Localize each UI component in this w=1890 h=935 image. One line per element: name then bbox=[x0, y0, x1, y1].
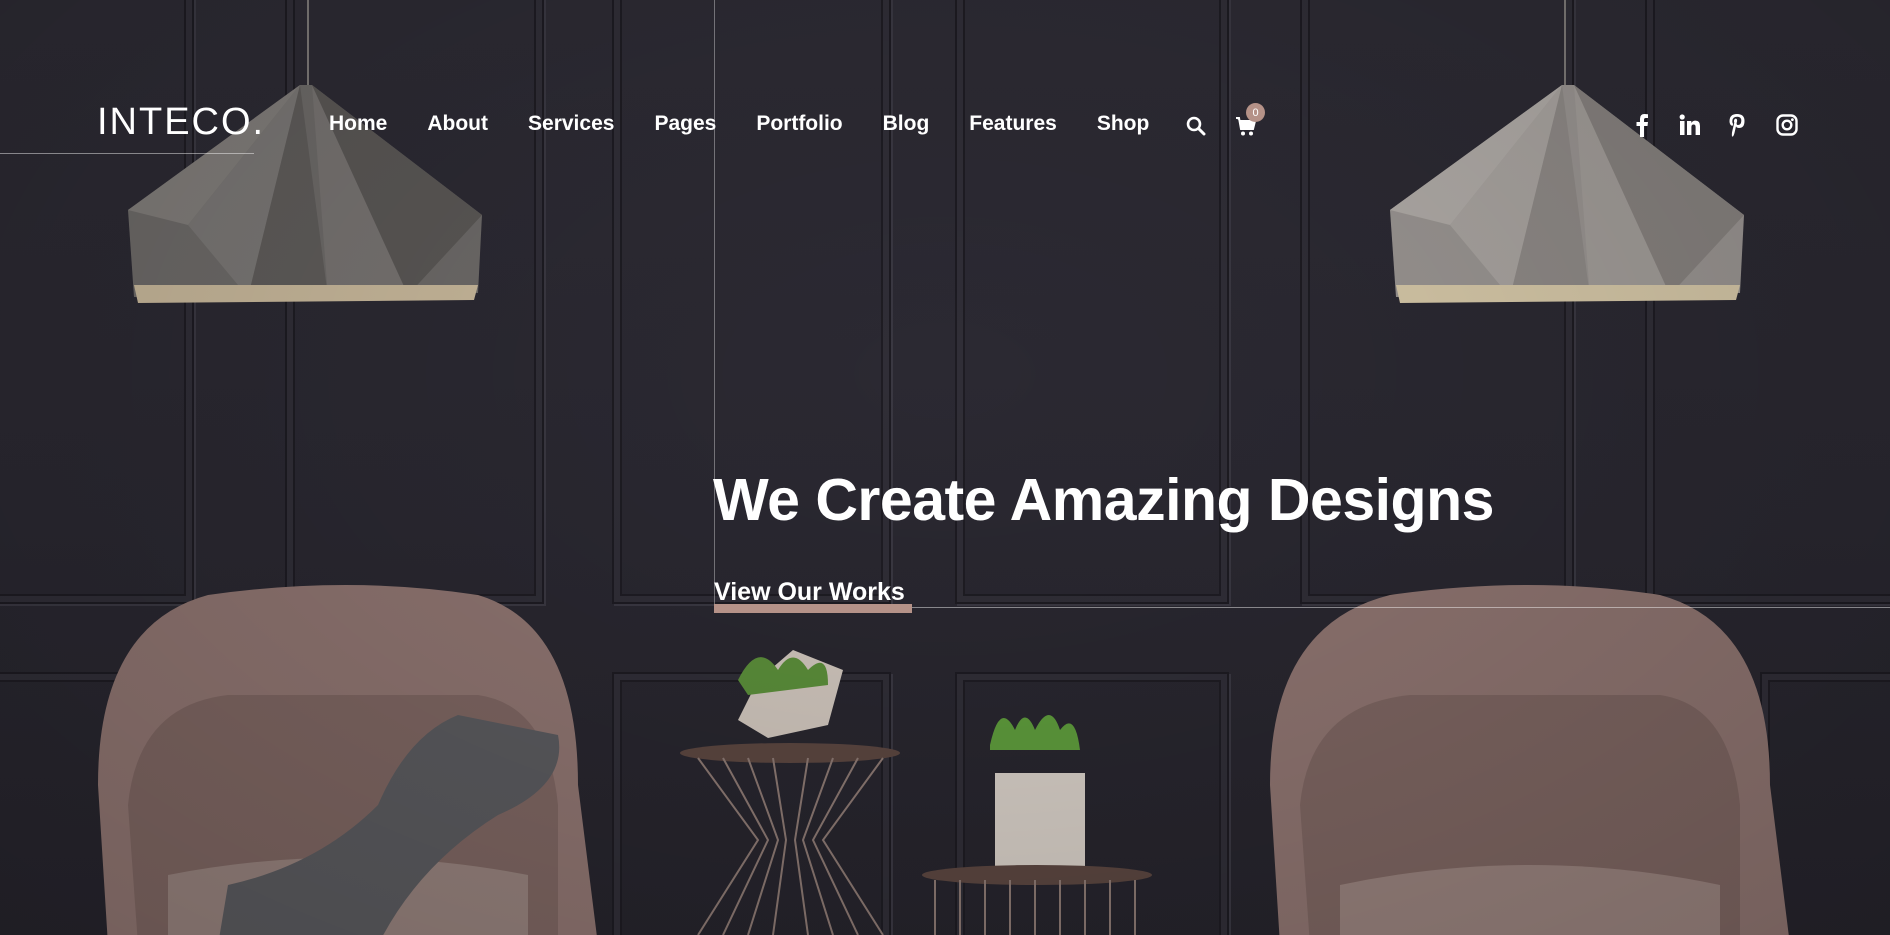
nav-shop[interactable]: Shop bbox=[1097, 112, 1150, 136]
nav-pages[interactable]: Pages bbox=[654, 112, 716, 136]
nav-home[interactable]: Home bbox=[329, 112, 387, 136]
hero-title: We Create Amazing Designs bbox=[713, 467, 1494, 533]
cart-count-badge: 0 bbox=[1246, 103, 1265, 122]
view-our-works-link[interactable]: View Our Works bbox=[714, 578, 905, 609]
pinterest-icon[interactable] bbox=[1727, 113, 1747, 137]
nav-blog[interactable]: Blog bbox=[883, 112, 930, 136]
facebook-icon[interactable] bbox=[1633, 113, 1651, 137]
search-icon[interactable] bbox=[1185, 115, 1207, 137]
nav-features[interactable]: Features bbox=[969, 112, 1057, 136]
instagram-icon[interactable] bbox=[1776, 113, 1798, 137]
logo-divider bbox=[0, 153, 254, 154]
main-navigation: Home About Services Pages Portfolio Blog… bbox=[329, 112, 1189, 136]
site-logo[interactable]: INTECO. bbox=[97, 101, 265, 144]
linkedin-icon[interactable] bbox=[1678, 113, 1702, 137]
nav-about[interactable]: About bbox=[427, 112, 488, 136]
nav-services[interactable]: Services bbox=[528, 112, 614, 136]
decorative-horizontal-line bbox=[908, 607, 1890, 608]
nav-portfolio[interactable]: Portfolio bbox=[756, 112, 842, 136]
